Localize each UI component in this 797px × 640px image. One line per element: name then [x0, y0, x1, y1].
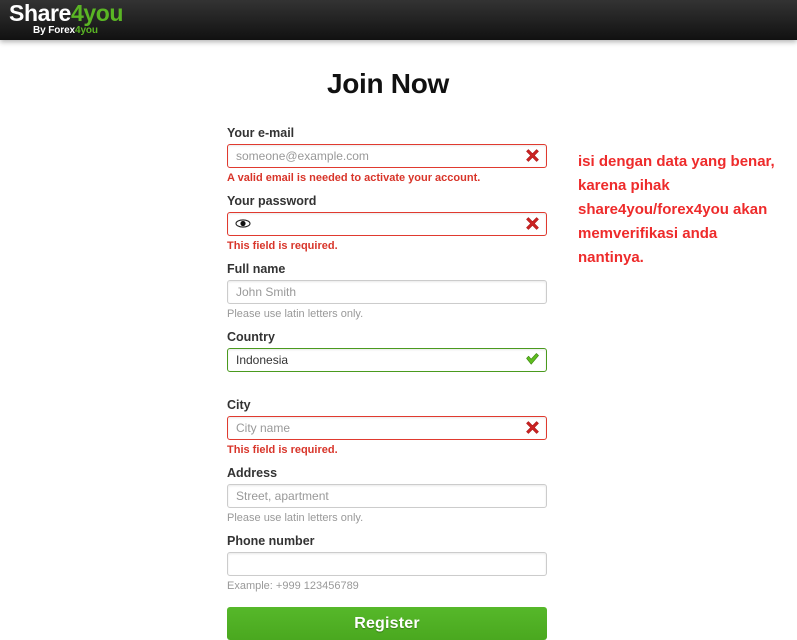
input-wrap-city: [227, 416, 547, 440]
label-your-password: Your password: [227, 194, 317, 208]
message-spacer-country: [227, 375, 547, 389]
label-address: Address: [227, 466, 278, 480]
field-your-password: Your password This field is required.: [227, 194, 547, 253]
error-message-your-e-mail: A valid email is needed to activate your…: [227, 172, 481, 184]
logo-main-accent: 4you: [70, 0, 124, 26]
input-your-e-mail[interactable]: [227, 144, 547, 168]
logo-sub-text: By Forex4you: [33, 26, 123, 36]
input-phone-number[interactable]: [227, 552, 547, 576]
label-your-e-mail: Your e-mail: [227, 126, 295, 140]
input-full-name[interactable]: [227, 280, 547, 304]
field-country: Country: [227, 330, 547, 389]
field-phone-number: Phone number Example: +999 123456789: [227, 534, 547, 593]
site-logo[interactable]: Share4you By Forex4you: [9, 2, 123, 36]
site-header: Share4you By Forex4you: [0, 0, 797, 40]
form-fields: Your e-mail A valid email is needed to ac…: [227, 126, 547, 593]
input-address[interactable]: [227, 484, 547, 508]
field-full-name: Full name Please use latin letters only.: [227, 262, 547, 321]
input-wrap-country: [227, 348, 547, 372]
logo-sub-prefix: By Forex: [33, 25, 75, 36]
annotation-note: isi dengan data yang benar, karena pihak…: [578, 153, 775, 266]
registration-form: Your e-mail A valid email is needed to ac…: [227, 126, 547, 640]
field-your-e-mail: Your e-mail A valid email is needed to ac…: [227, 126, 547, 185]
logo-main-prefix: Share: [9, 0, 71, 26]
logo-main-text: Share4you: [9, 2, 123, 25]
field-address: Address Please use latin letters only.: [227, 466, 547, 525]
field-city: City This field is required.: [227, 398, 547, 457]
input-city[interactable]: [227, 416, 547, 440]
hint-message-phone-number: Example: +999 123456789: [227, 580, 359, 592]
label-city: City: [227, 398, 251, 412]
input-wrap-your-password: [227, 212, 547, 236]
page-title: Join Now: [326, 68, 450, 99]
input-your-password[interactable]: [227, 212, 547, 236]
label-phone-number: Phone number: [227, 534, 315, 548]
hint-message-full-name: Please use latin letters only.: [227, 308, 364, 320]
error-message-city: This field is required.: [227, 444, 338, 456]
page-content: Join Now Your e-mail A valid email is nee…: [0, 40, 797, 640]
input-wrap-full-name: [227, 280, 547, 304]
input-wrap-phone-number: [227, 552, 547, 576]
eye-icon[interactable]: [235, 217, 251, 230]
error-message-your-password: This field is required.: [227, 240, 338, 252]
label-full-name: Full name: [227, 262, 286, 276]
input-wrap-your-e-mail: [227, 144, 547, 168]
hint-message-address: Please use latin letters only.: [227, 512, 364, 524]
input-country[interactable]: [227, 348, 547, 372]
input-wrap-address: [227, 484, 547, 508]
logo-sub-accent: 4you: [75, 25, 98, 36]
label-country: Country: [227, 330, 275, 344]
